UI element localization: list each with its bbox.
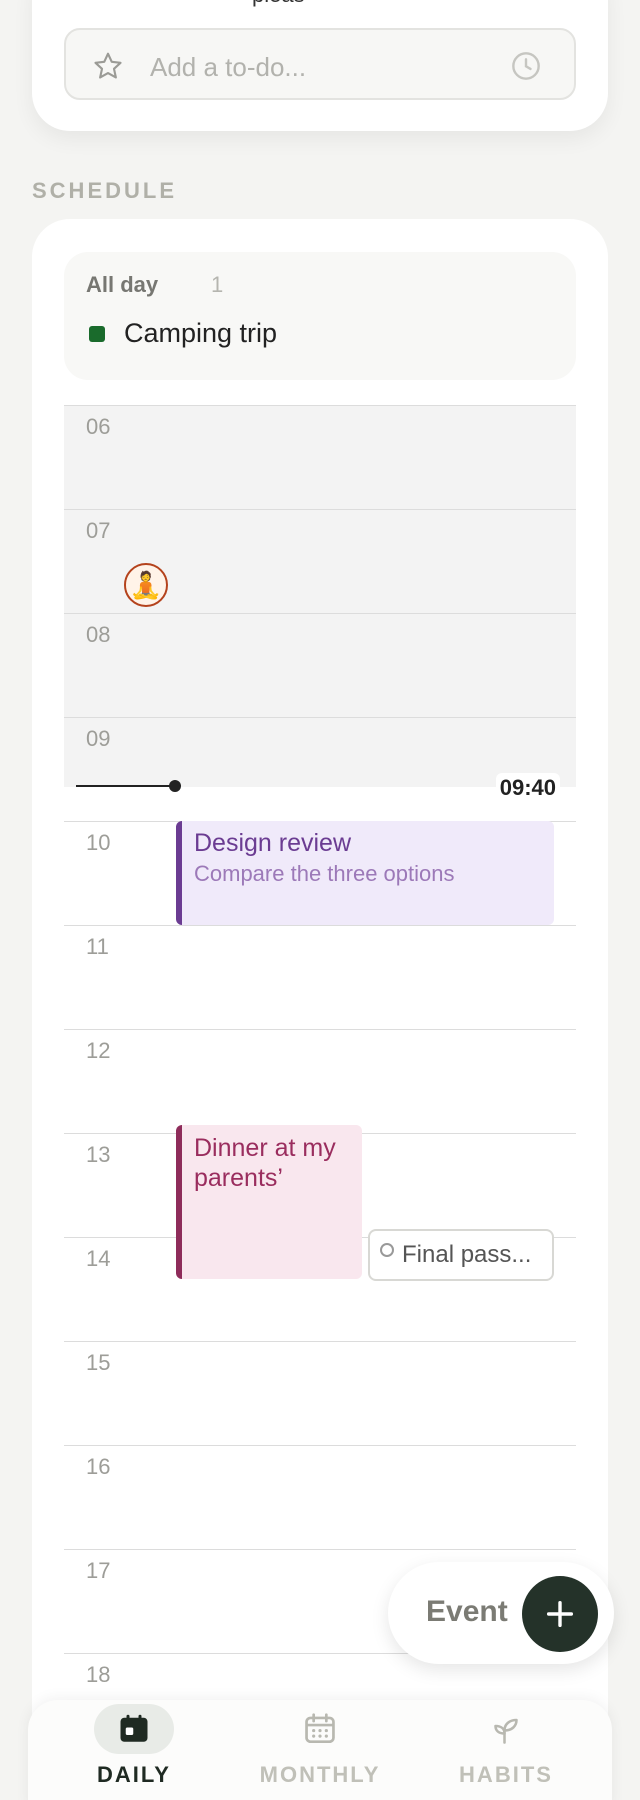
hour-label: 09 [86,726,111,751]
todo-card: pleas Add a to-do... [32,0,608,131]
hour-row-15[interactable]: 15 [64,1341,576,1445]
hour-row-16[interactable]: 16 [64,1445,576,1549]
add-todo-input[interactable]: Add a to-do... [64,28,576,100]
calendar-month-icon [305,1713,335,1744]
plus-icon [546,1600,574,1628]
sprout-icon [494,1718,518,1744]
meditation-icon: 🧘 [129,570,163,600]
add-button[interactable] [522,1576,598,1652]
meditation-habit-marker[interactable]: 🧘 [124,563,168,607]
nav-tab-monthly[interactable]: MONTHLY [240,1700,400,1800]
hour-label: 12 [86,1038,111,1063]
all-day-section: All day 1 Camping trip [64,252,576,380]
nav-tab-habits[interactable]: HABITS [426,1700,586,1800]
all-day-event-camping-trip[interactable]: Camping trip [124,318,277,349]
all-day-title: All day [86,272,159,297]
hour-label: 10 [86,830,111,855]
todo-chip-title: Final pass... [402,1241,532,1268]
fab-label: Event [426,1595,508,1628]
event-title: Design review [194,829,352,857]
hour-row-11[interactable]: 11 [64,925,576,1029]
clipped-todo-text: pleas [252,0,412,10]
hour-label: 07 [86,518,111,543]
current-time-dot [169,780,181,792]
hour-label: 08 [86,622,111,647]
nav-label-monthly: MONTHLY [259,1762,381,1787]
hour-row-09[interactable]: 09 [64,717,576,821]
hour-label: 13 [86,1142,111,1167]
nav-icon-pill [466,1704,546,1754]
hour-label: 11 [86,934,109,959]
hour-row-12[interactable]: 12 [64,1029,576,1133]
hour-label: 14 [86,1246,111,1271]
add-event-fab[interactable]: Event [388,1562,614,1664]
bottom-nav: DAILY MONTHLY HABITS [28,1700,612,1800]
nav-icon-pill [94,1704,174,1754]
current-time-line [76,785,174,787]
add-todo-placeholder: Add a to-do... [150,52,307,82]
todo-checkbox-icon[interactable] [380,1243,394,1257]
nav-label-habits: HABITS [459,1762,553,1787]
schedule-section-label: SCHEDULE [32,178,178,203]
event-title: Dinner at my parents’ [194,1134,336,1192]
event-dinner-at-parents[interactable]: Dinner at my parents’ [176,1125,362,1279]
nav-tab-daily[interactable]: DAILY [54,1700,214,1800]
hour-label: 06 [86,414,111,439]
star-icon[interactable] [92,50,124,82]
nav-icon-pill [280,1704,360,1754]
hour-label: 15 [86,1350,111,1375]
todo-chip-final-pass[interactable]: Final pass... [368,1229,554,1281]
hour-row-06[interactable]: 06 [64,405,576,509]
clock-icon[interactable] [510,50,542,82]
calendar-day-icon [120,1714,148,1742]
event-design-review[interactable]: Design review Compare the three options [176,821,554,925]
nav-label-daily: DAILY [97,1762,171,1787]
current-time-label: 09:40 [495,773,560,803]
hour-label: 17 [86,1558,111,1583]
hour-row-08[interactable]: 08 [64,613,576,717]
hour-label: 16 [86,1454,111,1479]
event-subtitle: Compare the three options [194,861,455,886]
event-color-dot [89,326,105,342]
hour-label: 18 [86,1662,111,1687]
all-day-count: 1 [211,272,224,297]
